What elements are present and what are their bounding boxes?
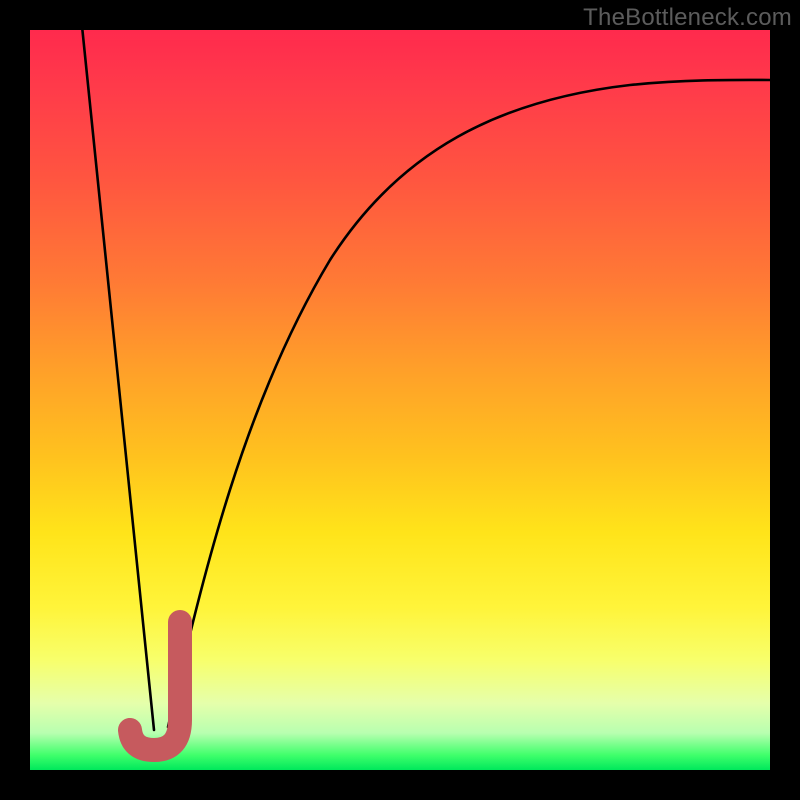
curve-right-branch [168, 80, 770, 727]
curve-layer [30, 30, 770, 770]
outer-frame: TheBottleneck.com [0, 0, 800, 800]
watermark-text: TheBottleneck.com [583, 4, 792, 32]
plot-area [30, 30, 770, 770]
curve-left-branch [82, 30, 154, 730]
